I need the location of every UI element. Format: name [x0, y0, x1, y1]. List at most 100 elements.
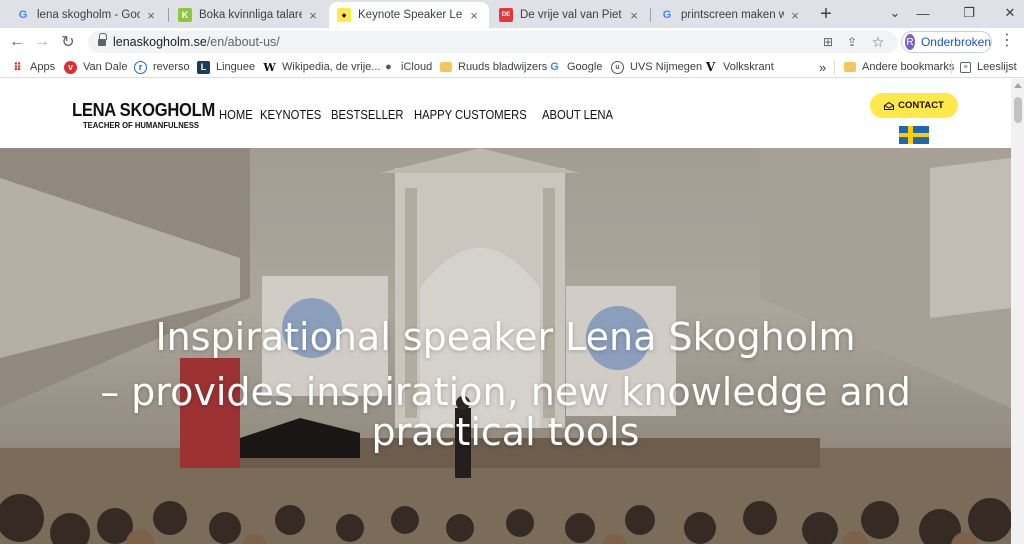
bookmark-ruuds-bladwijzers[interactable]: Ruuds bladwijzers	[440, 59, 547, 75]
bookmark-other-folder[interactable]: Andere bookmarks	[844, 59, 954, 75]
profile-button[interactable]: R Onderbroken	[901, 31, 992, 53]
browser-toolbar: ← → ↻ lenaskogholm.se/en/about-us/ ⊞ ⇪ ☆…	[0, 28, 1024, 56]
url-domain: lenaskogholm.se	[113, 35, 207, 49]
hero-heading-line-1: Inspirational speaker Lena Skogholm	[155, 315, 856, 359]
reading-list-icon: ≡	[960, 61, 971, 73]
folder-icon	[844, 62, 856, 72]
hero-section: Inspirational speaker Lena Skogholm – pr…	[0, 148, 1011, 544]
bookmark-wikipedia[interactable]: W Wikipedia, de vrije...	[263, 59, 380, 75]
forward-button[interactable]: →	[31, 31, 53, 53]
main-nav: HOME KEYNOTES BESTSELLER HAPPY CUSTOMERS…	[219, 108, 617, 122]
bookmark-icloud[interactable]: ● iCloud	[382, 59, 432, 75]
contact-label: CONTACT	[898, 100, 944, 111]
address-bar[interactable]: lenaskogholm.se/en/about-us/ ⊞ ⇪ ☆	[88, 31, 898, 53]
close-tab-icon[interactable]: ×	[144, 8, 158, 23]
tab-title: printscreen maken windo	[681, 9, 784, 21]
tab-lena-skogholm-google[interactable]: G lena skogholm - Google Z ×	[8, 2, 166, 28]
tab-separator	[650, 8, 651, 22]
reload-button[interactable]: ↻	[57, 31, 79, 53]
translate-icon[interactable]: ⊞	[820, 34, 836, 50]
speaker-icon: ◆	[337, 8, 351, 22]
bookmark-label: Wikipedia, de vrije...	[282, 61, 381, 73]
bookmark-label: reverso	[153, 61, 190, 73]
close-tab-icon[interactable]: ×	[467, 8, 481, 23]
bookmark-label: Linguee	[216, 61, 256, 73]
reading-list-button[interactable]: ≡ Leeslijst	[960, 59, 1017, 75]
bookmark-volkskrant[interactable]: V Volkskrant	[704, 59, 774, 75]
url-path: /en/about-us/	[206, 35, 280, 49]
tab-boka-kvinnliga-talare[interactable]: K Boka kvinnliga talare - Kvi ×	[170, 2, 328, 28]
uvs-icon: u	[611, 60, 624, 74]
k-icon: K	[178, 8, 192, 22]
close-tab-icon[interactable]: ×	[627, 8, 641, 23]
bookmarks-bar: ⠿ Apps v Van Dale r reverso L Linguee W …	[0, 56, 1024, 78]
apps-grid-icon: ⠿	[13, 61, 22, 74]
wikipedia-icon: W	[263, 60, 276, 74]
linguee-icon: L	[197, 60, 210, 74]
site-logo-title[interactable]: LENA SKOGHOLM	[72, 100, 215, 121]
tab-title: Keynote Speaker Lena Sk	[358, 9, 463, 21]
close-window-button[interactable]: ✕	[990, 0, 1024, 26]
apple-icon: ●	[385, 61, 392, 73]
share-icon[interactable]: ⇪	[844, 34, 860, 50]
bookmark-label: UVS Nijmegen	[630, 61, 703, 73]
google-icon: G	[662, 9, 672, 21]
new-tab-button[interactable]: +	[815, 4, 837, 26]
tab-keynote-speaker[interactable]: ◆ Keynote Speaker Lena Sk ×	[329, 2, 489, 28]
url-text[interactable]: lenaskogholm.se/en/about-us/	[113, 35, 280, 49]
bookmark-google[interactable]: G Google	[548, 59, 602, 75]
tab-title: Boka kvinnliga talare - Kvi	[199, 9, 302, 21]
folder-icon	[440, 62, 452, 72]
page-viewport: LENA SKOGHOLM TEACHER OF HUMANFULNESS HO…	[0, 79, 1011, 544]
scroll-up-arrow-icon[interactable]	[1014, 83, 1022, 88]
bookmark-star-icon[interactable]: ☆	[870, 34, 886, 50]
bookmark-uvs-nijmegen[interactable]: u UVS Nijmegen	[611, 59, 702, 75]
reverso-icon: r	[134, 60, 147, 74]
hero-heading-line-2: – provides inspiration, new knowledge an…	[100, 370, 911, 414]
bookmark-label: iCloud	[401, 61, 433, 73]
bookmark-label: Van Dale	[83, 61, 128, 73]
more-bookmarks-button[interactable]: »	[819, 59, 826, 75]
volkskrant-icon: V	[705, 60, 716, 74]
bookmark-reverso[interactable]: r reverso	[134, 59, 190, 75]
bookmarks-divider	[951, 60, 952, 74]
vandale-icon: v	[64, 60, 77, 74]
close-tab-icon[interactable]: ×	[306, 8, 320, 23]
nav-keynotes[interactable]: KEYNOTES	[260, 108, 321, 122]
site-header: LENA SKOGHOLM TEACHER OF HUMANFULNESS HO…	[0, 79, 1011, 148]
swedish-flag-icon[interactable]	[899, 126, 929, 144]
restore-button[interactable]: ❐	[949, 0, 989, 26]
back-button[interactable]: ←	[6, 31, 28, 53]
bookmark-label: Google	[567, 61, 603, 73]
tab-separator	[168, 8, 169, 22]
minimize-button[interactable]: —	[903, 0, 943, 26]
nav-bestseller[interactable]: BESTSELLER	[331, 108, 404, 122]
bookmark-label: Apps	[30, 61, 56, 73]
bookmark-apps[interactable]: ⠿ Apps	[11, 59, 55, 75]
bookmarks-divider	[834, 60, 835, 74]
hero-heading-line-3: practical tools	[371, 410, 640, 454]
scroll-thumb[interactable]	[1014, 97, 1022, 123]
de-icon: DE	[499, 8, 513, 22]
close-tab-icon[interactable]: ×	[788, 8, 802, 23]
nav-home[interactable]: HOME	[219, 108, 253, 122]
avatar: R	[905, 34, 915, 50]
site-logo-subtitle[interactable]: TEACHER OF HUMANFULNESS	[83, 120, 199, 130]
profile-status-label: Onderbroken	[920, 35, 991, 49]
nav-happy-customers[interactable]: HAPPY CUSTOMERS	[414, 108, 527, 122]
bookmark-linguee[interactable]: L Linguee	[197, 59, 255, 75]
envelope-icon	[884, 101, 895, 110]
reading-list-label: Leeslijst	[977, 61, 1017, 73]
contact-button[interactable]: CONTACT	[870, 93, 958, 118]
nav-about-lena[interactable]: ABOUT LENA	[542, 108, 613, 122]
page-scrollbar[interactable]	[1011, 79, 1024, 544]
tab-de-vrije-val[interactable]: DE De vrije val van Piet Vroo ×	[491, 2, 649, 28]
lock-icon[interactable]	[98, 33, 107, 47]
google-icon: G	[550, 61, 559, 73]
bookmark-van-dale[interactable]: v Van Dale	[64, 59, 127, 75]
tab-strip: G lena skogholm - Google Z × K Boka kvin…	[0, 0, 1024, 28]
tab-printscreen[interactable]: G printscreen maken windo ×	[652, 2, 810, 28]
browser-menu-icon[interactable]: ⋮	[998, 31, 1016, 53]
bookmark-label: Andere bookmarks	[862, 61, 955, 73]
tab-title: De vrije val van Piet Vroo	[520, 9, 623, 21]
